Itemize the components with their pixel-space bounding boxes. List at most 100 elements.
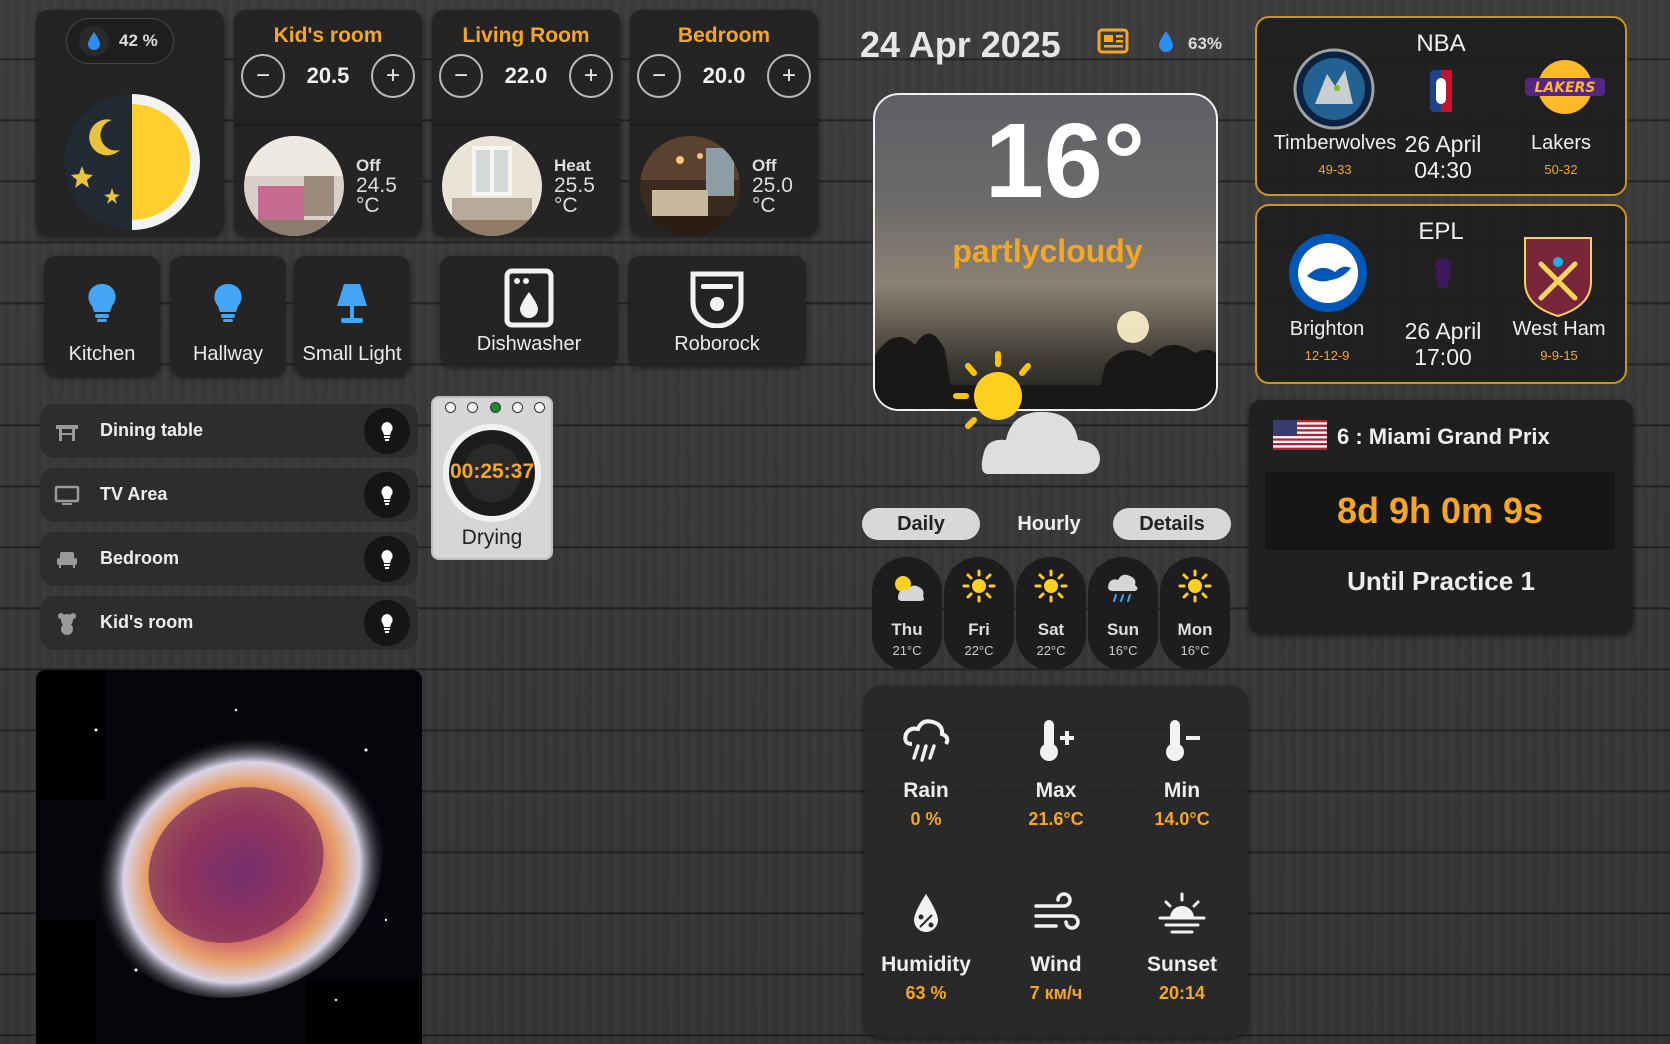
humidity-icon xyxy=(914,894,938,932)
teddy-bear-icon xyxy=(58,613,76,635)
wind-icon xyxy=(1034,892,1080,930)
weather-details-card: Rain 0 % Max 21.6°C Min 14.0°C Humidity … xyxy=(864,686,1248,1038)
countdown-target: Until Practice 1 xyxy=(1347,566,1535,596)
area-row-kids-room[interactable]: Kid's room xyxy=(40,596,418,650)
area-light-toggle[interactable] xyxy=(364,408,410,454)
tv-icon xyxy=(54,485,80,505)
increase-temp-button[interactable]: + xyxy=(371,54,415,98)
sun-icon xyxy=(1034,569,1068,603)
news-icon[interactable] xyxy=(1097,28,1129,56)
detail-label: Humidity xyxy=(881,953,971,976)
room-title: Living Room xyxy=(462,24,590,47)
area-row-dining-table[interactable]: Dining table xyxy=(40,404,418,458)
detail-label: Rain xyxy=(903,779,949,802)
current-temp: 25.0 °C xyxy=(752,175,802,216)
partly-cloudy-icon xyxy=(953,351,1100,474)
roborock-tile[interactable]: Roborock xyxy=(628,256,806,366)
forecast-day[interactable]: Sun 16°C xyxy=(1088,557,1158,670)
thermometer-minus-icon xyxy=(1166,720,1200,761)
room-photo[interactable] xyxy=(442,136,542,236)
premier-league-logo xyxy=(1435,258,1451,288)
dryer-time: 00:25:37 xyxy=(449,460,535,483)
humidity-pill[interactable]: 42 % xyxy=(66,18,174,64)
nba-card[interactable]: NBA LAKERS Timberwolves 49-33 26 April 04… xyxy=(1255,16,1627,196)
light-tile-kitchen[interactable]: Kitchen xyxy=(44,256,160,376)
hvac-mode: Off xyxy=(356,156,381,175)
match-time: 04:30 xyxy=(1414,157,1472,183)
tab-details[interactable]: Details xyxy=(1113,508,1231,540)
bulb-icon xyxy=(381,550,393,569)
day-name: Sun xyxy=(1106,620,1140,639)
detail-wind: Wind 7 км/ч xyxy=(994,890,1118,1004)
decrease-temp-button[interactable]: − xyxy=(439,54,483,98)
weather-condition: partlycloudy xyxy=(952,233,1143,269)
hvac-mode: Off xyxy=(752,156,777,175)
partly-cloudy-icon xyxy=(895,576,924,601)
detail-value: 7 км/ч xyxy=(1029,983,1083,1003)
room-photo[interactable] xyxy=(640,136,740,236)
increase-temp-button[interactable]: + xyxy=(569,54,613,98)
day-name: Fri xyxy=(968,620,990,639)
detail-value: 20:14 xyxy=(1158,983,1206,1003)
setpoint-value: 22.0 xyxy=(504,63,548,88)
detail-rain: Rain 0 % xyxy=(864,716,988,830)
forecast-day[interactable]: Sat 22°C xyxy=(1016,557,1086,670)
current-temp: 25.5 °C xyxy=(554,175,604,217)
dishwasher-tile[interactable]: Dishwasher xyxy=(440,256,618,366)
divider xyxy=(432,124,620,126)
sun-icon xyxy=(962,569,996,603)
dishwasher-icon xyxy=(504,268,554,328)
increase-temp-button[interactable]: + xyxy=(767,54,811,98)
setpoint-value: 20.5 xyxy=(306,63,350,88)
tile-label: Kitchen xyxy=(68,343,136,365)
area-light-toggle[interactable] xyxy=(364,600,410,646)
sunset-icon xyxy=(1158,892,1206,934)
light-tile-hallway[interactable]: Hallway xyxy=(170,256,286,376)
room-card-living: Living Room − 22.0 + Heat 25.5 °C xyxy=(432,10,620,236)
area-light-toggle[interactable] xyxy=(364,536,410,582)
setpoint-value: 20.0 xyxy=(702,63,746,88)
bulb-icon xyxy=(88,283,116,322)
tile-label: Hallway xyxy=(192,343,264,365)
nebula-image[interactable] xyxy=(36,670,422,1044)
area-row-tv-area[interactable]: TV Area xyxy=(40,468,418,522)
thermostat-stepper: − 22.0 + xyxy=(432,54,620,98)
light-tile-small-light[interactable]: Small Light xyxy=(294,256,410,376)
f1-countdown-card[interactable]: 6 : Miami Grand Prix 8d 9h 0m 9s Until P… xyxy=(1249,400,1633,634)
forecast-day[interactable]: Mon 16°C xyxy=(1160,557,1230,670)
current-temperature: 16° xyxy=(984,102,1146,220)
temp-unit: °C xyxy=(554,194,578,217)
race-title: 6 : Miami Grand Prix xyxy=(1337,424,1550,449)
lamp-icon xyxy=(337,284,367,323)
water-drop-icon xyxy=(1159,31,1173,52)
divider xyxy=(234,124,422,126)
robot-vacuum-icon xyxy=(690,271,744,328)
day-name: Sat xyxy=(1037,620,1065,639)
west-ham-logo xyxy=(1524,237,1592,318)
room-photo[interactable] xyxy=(244,136,344,236)
brighton-logo xyxy=(1289,234,1367,312)
timberwolves-logo xyxy=(1293,48,1375,130)
room-card-kids: Kid's room − 20.5 + Off 24.5 °C xyxy=(234,10,422,236)
hvac-mode: Heat xyxy=(554,156,591,175)
dryer-status: Drying xyxy=(461,526,523,549)
us-flag-icon xyxy=(1273,420,1327,450)
room-card-bedroom: Bedroom − 20.0 + Off 25.0 °C xyxy=(630,10,818,236)
tab-hourly[interactable]: Hourly xyxy=(990,508,1108,540)
detail-sunset: Sunset 20:14 xyxy=(1120,890,1244,1004)
decrease-temp-button[interactable]: − xyxy=(241,54,285,98)
area-row-bedroom[interactable]: Bedroom xyxy=(40,532,418,586)
epl-card[interactable]: EPL Brighton 12-12-9 26 April 17:00 West … xyxy=(1255,204,1627,384)
decrease-temp-button[interactable]: − xyxy=(637,54,681,98)
day-temp: 22°C xyxy=(1036,643,1066,658)
tab-daily[interactable]: Daily xyxy=(862,508,980,540)
bulb-icon xyxy=(214,283,242,322)
thermostat-stepper: − 20.0 + xyxy=(630,54,818,98)
dryer-card[interactable]: 00:25:37 Drying xyxy=(431,396,553,560)
outdoor-humidity: 63% xyxy=(1188,34,1223,53)
area-light-toggle[interactable] xyxy=(364,472,410,518)
bulb-icon xyxy=(381,614,393,633)
forecast-day[interactable]: Thu 21°C xyxy=(872,557,942,670)
forecast-day[interactable]: Fri 22°C xyxy=(944,557,1014,670)
humidity-value: 42 % xyxy=(119,31,158,50)
